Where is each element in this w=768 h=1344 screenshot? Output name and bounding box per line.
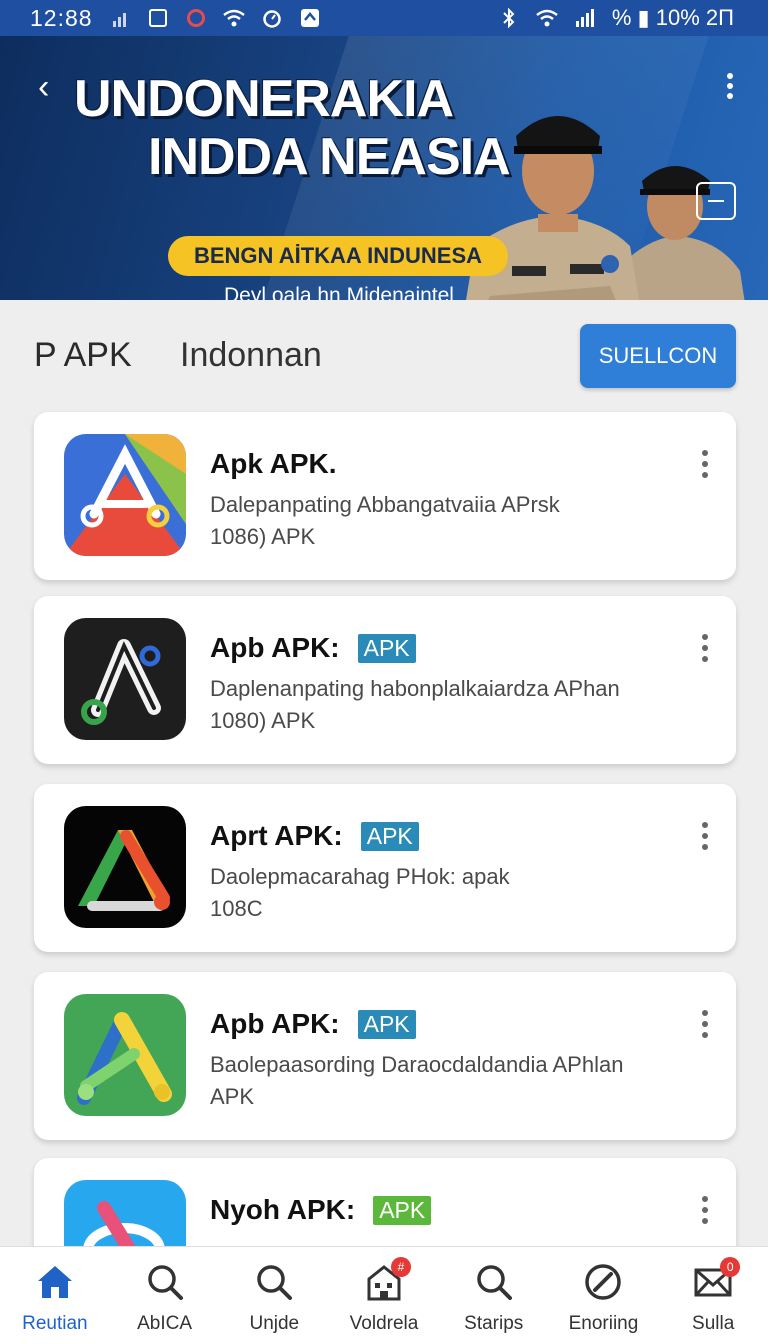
bottom-navigation: Reutian AbICA Unjde # Voldrela Starips E… <box>0 1246 768 1344</box>
nav-item-home[interactable]: Reutian <box>0 1247 110 1344</box>
nav-item-abica[interactable]: AbICA <box>110 1247 220 1344</box>
apk-badge: APK <box>357 1009 416 1039</box>
nav-item-sulla[interactable]: 0 Sulla <box>658 1247 768 1344</box>
status-time: 12:88 <box>30 4 93 31</box>
minimize-icon[interactable] <box>696 182 736 220</box>
app-name-row: Apb APK: APK <box>210 1008 416 1040</box>
record-icon <box>185 7 207 29</box>
app-icon-1 <box>64 434 186 556</box>
app-size: 1086) APK <box>210 524 316 549</box>
more-options-icon[interactable] <box>698 1196 712 1236</box>
wifi-icon <box>536 7 558 29</box>
building-icon: # <box>363 1257 412 1303</box>
app-description: Baolepaasording Daraocdaldandia APhlan <box>210 1052 624 1077</box>
signal-icon <box>109 7 131 29</box>
nav-label: AbICA <box>137 1313 193 1334</box>
notification-badge: # <box>391 1257 412 1277</box>
banner-title: UNDONERAKIA INDDA NEASIA <box>74 70 534 186</box>
app-name: Apk APK. <box>210 448 337 479</box>
section-title: P APK <box>34 336 132 374</box>
app-card[interactable]: Apb APK: APK Baolepaasording Daraocdalda… <box>34 972 736 1140</box>
status-right: % ▮ 10% 2Π <box>498 5 734 31</box>
app-name: Apb APK: <box>210 1008 340 1039</box>
status-bar: 12:88 % ▮ 10% 2Π <box>0 0 768 36</box>
bluetooth-icon <box>498 7 520 29</box>
app-card[interactable]: Apk APK. Dalepanpating Abbangatvaiia APr… <box>34 412 736 580</box>
mail-icon: 0 <box>692 1257 741 1303</box>
more-options-icon[interactable] <box>698 1010 712 1050</box>
app-description: Daolepmacarahag PHok: apak <box>210 864 510 889</box>
action-button[interactable]: SUELLCON <box>580 324 736 388</box>
search-icon <box>473 1261 515 1303</box>
app-size: 108C <box>210 896 263 921</box>
nav-label: Enoriing <box>568 1313 639 1334</box>
cell-signal-icon <box>574 7 596 29</box>
app-name-row: Aprt APK: APK <box>210 820 419 852</box>
search-icon <box>144 1261 186 1303</box>
nav-item-voldrela[interactable]: # Voldrela <box>329 1247 439 1344</box>
nav-label: Reutian <box>22 1313 88 1334</box>
app-name: Apb APK: <box>210 632 340 663</box>
app-icon-2 <box>64 618 186 740</box>
app-name-row: Apk APK. <box>210 448 337 480</box>
home-icon <box>34 1261 76 1303</box>
banner-title-line2: INDDA NEASIA <box>148 128 511 186</box>
app-description: Dalepanpating Abbangatvaiia APrsk <box>210 492 560 517</box>
status-right-text: % ▮ 10% 2Π <box>611 5 734 30</box>
search-icon <box>253 1261 295 1303</box>
banner-title-line1: UNDONERAKIA <box>74 70 454 128</box>
wifi-icon <box>222 7 245 29</box>
app-card[interactable]: Aprt APK: APK Daolepmacarahag PHok: apak… <box>34 784 736 952</box>
apk-badge: APK <box>373 1195 432 1225</box>
section-subtitle: Indonnan <box>180 336 322 374</box>
app-icon-4 <box>64 994 186 1116</box>
back-arrow-icon[interactable]: ‹ <box>38 70 62 104</box>
nav-label: Unjde <box>249 1313 300 1334</box>
app-store-icon <box>299 7 321 29</box>
banner-subtitle: Deyl oala hn Midenaintel <box>224 284 454 300</box>
nav-label: Starips <box>464 1313 524 1334</box>
nav-label: Voldrela <box>349 1313 419 1334</box>
timer-icon <box>261 7 283 29</box>
notification-icon <box>147 7 169 29</box>
banner-pill: BENGN AİTKAA INDUNESA <box>168 236 508 276</box>
status-left: 12:88 <box>30 5 321 32</box>
app-size: 1080) APK <box>210 708 316 733</box>
more-options-icon[interactable] <box>698 634 712 674</box>
app-card[interactable]: Apb APK: APK Daplenanpating habonplalkai… <box>34 596 736 764</box>
app-name-row: Apb APK: APK <box>210 632 416 664</box>
notification-badge: 0 <box>720 1257 741 1277</box>
app-size: APK <box>210 1084 255 1109</box>
nav-item-enoriing[interactable]: Enoriing <box>549 1247 659 1344</box>
more-menu-icon[interactable] <box>720 70 740 104</box>
nav-item-starips[interactable]: Starips <box>439 1247 549 1344</box>
app-description: Daplenanpating habonplalkaiardza APhan <box>210 676 620 701</box>
nav-label: Sulla <box>692 1313 735 1334</box>
app-name: Nyoh APK: <box>210 1194 356 1225</box>
compass-icon <box>582 1261 624 1303</box>
app-name-row: Nyoh APK: APK <box>210 1194 432 1226</box>
nav-item-unjde[interactable]: Unjde <box>219 1247 329 1344</box>
hero-banner[interactable]: ‹ UNDONERAKIA INDDA NEASIA BENGN AİTKAA … <box>0 36 768 300</box>
app-icon-3 <box>64 806 186 928</box>
apk-badge: APK <box>360 821 419 851</box>
more-options-icon[interactable] <box>698 450 712 490</box>
more-options-icon[interactable] <box>698 822 712 862</box>
apk-badge: APK <box>357 633 416 663</box>
app-name: Aprt APK: <box>210 820 343 851</box>
